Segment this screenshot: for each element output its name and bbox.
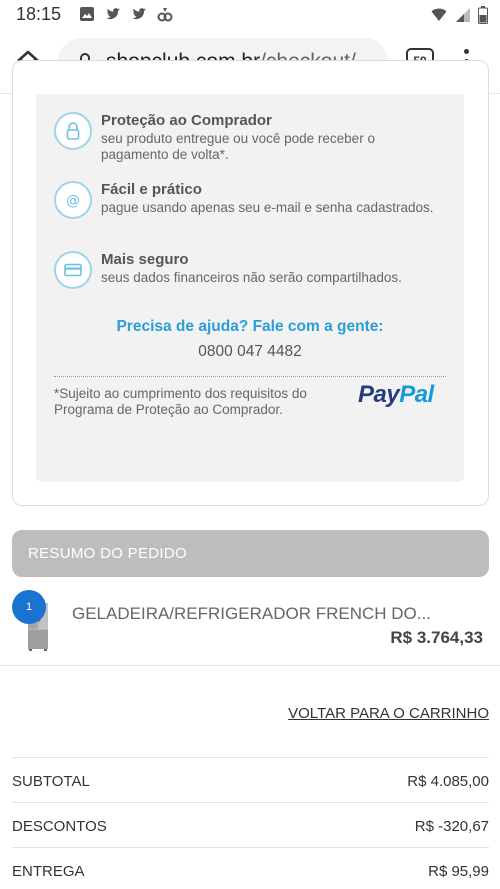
discounts-row: DESCONTOS R$ -320,67 (12, 802, 489, 848)
benefit-title: Mais seguro (101, 251, 189, 268)
total-label: ENTREGA (12, 863, 85, 880)
product-name: GELADEIRA/REFRIGERADOR FRENCH DO... (72, 604, 431, 623)
divider (54, 376, 446, 377)
order-item: 1 GELADEIRA/REFRIGERADOR FRENCH DO... R$… (0, 588, 500, 666)
benefit-text: seu produto entregue ou você pode recebe… (101, 131, 375, 162)
card-icon (54, 251, 92, 289)
twitter-icon (132, 8, 146, 20)
twitter-icon (106, 8, 120, 20)
image-icon (80, 7, 94, 21)
shipping-row: ENTREGA R$ 95,99 (12, 847, 489, 889)
paypal-benefits-panel: Proteção ao Comprador seu produto entreg… (36, 94, 464, 482)
wifi-icon (431, 8, 447, 21)
product-price: R$ 3.764,33 (390, 628, 483, 647)
benefit-text: pague usando apenas seu e-mail e senha c… (101, 200, 434, 215)
recycle-icon (157, 8, 173, 22)
help-title: Precisa de ajuda? Fale com a gente: (116, 318, 384, 335)
total-label: SUBTOTAL (12, 773, 90, 790)
total-value: R$ -320,67 (414, 818, 489, 835)
quantity-badge: 1 (12, 590, 46, 624)
subtotal-row: SUBTOTAL R$ 4.085,00 (12, 757, 489, 803)
order-summary-header: RESUMO DO PEDIDO (12, 530, 489, 577)
disclaimer-text: *Sujeito ao cumprimento dos requisitos d… (54, 386, 307, 417)
status-bar: 18:15 (0, 0, 500, 30)
at-icon: @ (54, 181, 92, 219)
order-summary-title: RESUMO DO PEDIDO (28, 545, 187, 562)
signal-icon (456, 8, 470, 22)
paypal-logo: PayPal (358, 381, 434, 408)
battery-icon (478, 6, 488, 24)
back-to-cart-link[interactable]: VOLTAR PARA O CARRINHO (288, 705, 489, 722)
lock-icon (54, 112, 92, 150)
svg-text:@: @ (66, 193, 80, 209)
status-time: 18:15 (16, 4, 62, 24)
total-value: R$ 4.085,00 (407, 773, 489, 790)
benefit-text: seus dados financeiros não serão compart… (101, 270, 402, 285)
total-label: DESCONTOS (12, 818, 107, 835)
total-value: R$ 95,99 (428, 863, 489, 880)
benefit-title: Fácil e prático (101, 181, 202, 198)
help-phone-link[interactable]: 0800 047 4482 (36, 343, 464, 361)
benefit-title: Proteção ao Comprador (101, 112, 272, 129)
